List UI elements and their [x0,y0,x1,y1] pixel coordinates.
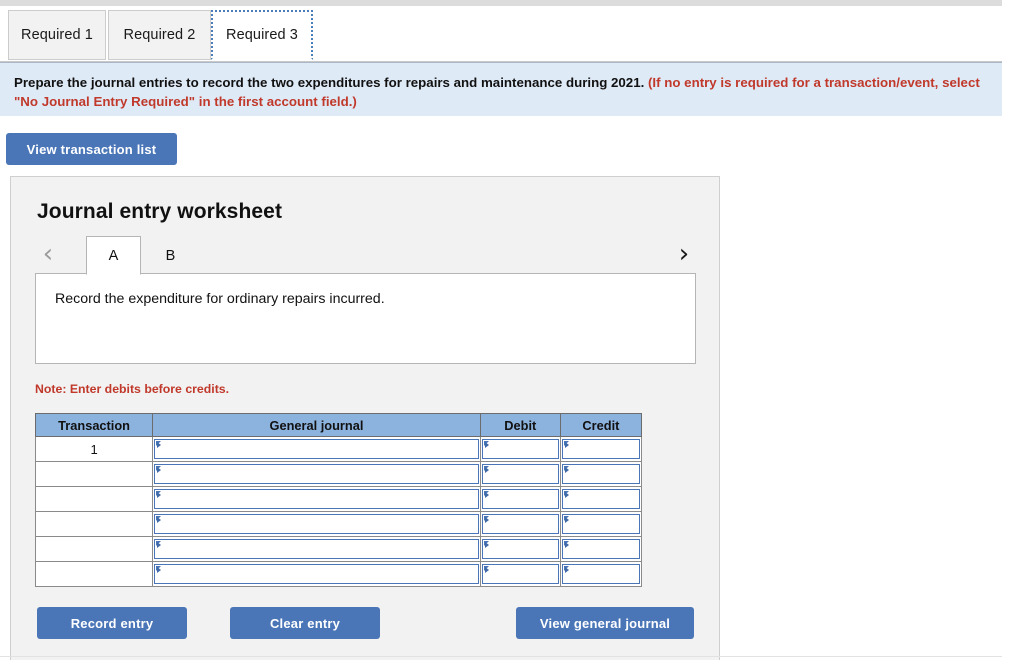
tab-required-1[interactable]: Required 1 [8,10,106,60]
general-journal-input-5[interactable] [154,539,479,559]
credit-input-1[interactable] [561,439,640,459]
debits-before-credits-note: Note: Enter debits before credits. [35,382,230,396]
worksheet-tab-a-label: A [108,247,119,264]
worksheet-entry-tabbar: ‹ A B › [35,235,697,275]
record-entry-label: Record entry [70,615,154,631]
cell-debit-4 [479,511,561,537]
tab-required-2-label: Required 2 [123,27,196,43]
debit-input-1[interactable] [481,439,559,459]
journal-table-header-row: Transaction General journal Debit Credit [34,413,643,437]
credit-input-6[interactable] [561,564,640,584]
credit-input-2[interactable] [561,464,640,484]
column-header-credit: Credit [559,413,643,437]
cell-transaction-2 [34,461,154,487]
clear-entry-button[interactable]: Clear entry [230,607,380,639]
chevron-right-icon[interactable]: › [671,237,697,271]
worksheet-tab-b-label: B [165,247,176,264]
cell-credit-3 [559,486,643,512]
view-transaction-list-label: View transaction list [26,141,157,157]
journal-table-body: 1 [34,436,643,587]
debit-input-3[interactable] [481,489,559,509]
clear-entry-label: Clear entry [269,615,341,631]
column-header-transaction: Transaction [34,413,154,437]
table-row [34,536,643,562]
general-journal-input-1[interactable] [154,439,479,459]
table-row [34,511,643,537]
debit-input-5[interactable] [481,539,559,559]
cell-general-journal-3 [152,486,481,512]
cell-transaction-3 [34,486,154,512]
cell-credit-5 [559,536,643,562]
top-gray-strip [0,0,1002,6]
cell-debit-6 [479,561,561,587]
worksheet-tab-a[interactable]: A [86,236,141,275]
view-general-journal-label: View general journal [539,615,671,631]
chevron-left-glyph: ‹ [42,239,54,269]
tab-required-3[interactable]: Required 3 [211,10,313,60]
entry-description-text: Record the expenditure for ordinary repa… [55,291,385,307]
table-row [34,486,643,512]
cell-general-journal-5 [152,536,481,562]
column-header-general-journal: General journal [152,413,481,437]
cell-general-journal-2 [152,461,481,487]
cell-credit-1 [559,436,643,462]
credit-input-5[interactable] [561,539,640,559]
instruction-banner: Prepare the journal entries to record th… [0,62,1002,116]
cell-general-journal-4 [152,511,481,537]
cell-debit-2 [479,461,561,487]
journal-entry-table: Transaction General journal Debit Credit… [34,413,643,587]
instruction-main: Prepare the journal entries to record th… [14,75,645,90]
debit-input-6[interactable] [481,564,559,584]
cell-general-journal-1 [152,436,481,462]
chevron-right-glyph: › [678,239,690,269]
entry-description-box: Record the expenditure for ordinary repa… [35,273,696,364]
cell-transaction-5 [34,536,154,562]
bottom-divider [0,656,1002,657]
general-journal-input-3[interactable] [154,489,479,509]
cell-credit-4 [559,511,643,537]
chevron-left-icon[interactable]: ‹ [35,237,61,271]
cell-credit-6 [559,561,643,587]
credit-input-3[interactable] [561,489,640,509]
tab-required-1-label: Required 1 [21,27,93,43]
tab-required-3-label: Required 3 [226,27,298,43]
required-tab-bar: Required 1 Required 2 Required 3 [0,10,1002,62]
general-journal-input-6[interactable] [154,564,479,584]
cell-transaction-4 [34,511,154,537]
worksheet-title: Journal entry worksheet [37,200,283,223]
cell-debit-3 [479,486,561,512]
debit-input-4[interactable] [481,514,559,534]
general-journal-input-4[interactable] [154,514,479,534]
cell-transaction-6 [34,561,154,587]
journal-entry-worksheet-panel: Journal entry worksheet ‹ A B › Record t… [10,176,720,660]
cell-debit-1 [479,436,561,462]
credit-input-4[interactable] [561,514,640,534]
table-row: 1 [34,436,643,462]
debit-input-2[interactable] [481,464,559,484]
view-general-journal-button[interactable]: View general journal [516,607,694,639]
cell-debit-5 [479,536,561,562]
tab-required-2[interactable]: Required 2 [108,10,211,60]
page-root: Required 1 Required 2 Required 3 Prepare… [0,0,1024,660]
record-entry-button[interactable]: Record entry [37,607,187,639]
worksheet-tab-b[interactable]: B [143,236,198,275]
cell-transaction-1: 1 [34,436,154,462]
view-transaction-list-button[interactable]: View transaction list [6,133,177,165]
column-header-debit: Debit [479,413,561,437]
general-journal-input-2[interactable] [154,464,479,484]
table-row [34,461,643,487]
cell-general-journal-6 [152,561,481,587]
table-row [34,561,643,587]
cell-credit-2 [559,461,643,487]
